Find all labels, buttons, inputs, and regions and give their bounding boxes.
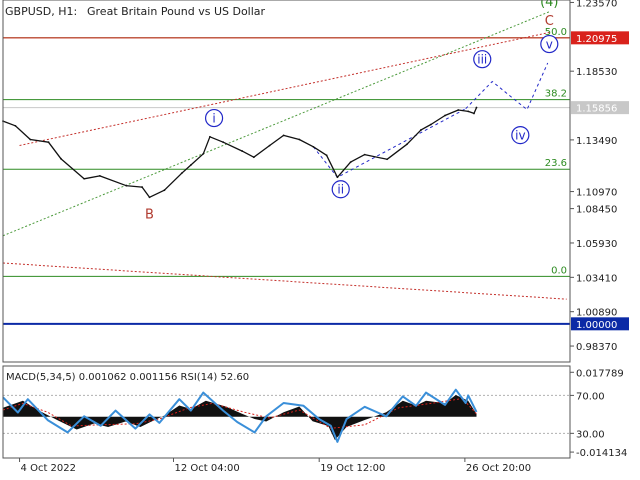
- price-point-32: [467, 110, 470, 113]
- wave-label-0: (4): [540, 0, 558, 10]
- macd-tick-label-1: -0.014134: [576, 448, 627, 459]
- price-point-24: [349, 161, 352, 164]
- price-point-3: [47, 141, 50, 144]
- indicator-title: MACD(5,34,5) 0.001062 0.001156 RSI(14) 5…: [6, 372, 249, 383]
- price-point-6: [98, 174, 101, 177]
- symbol-label: GBPUSD, H1:: [5, 5, 77, 18]
- price-point-4: [60, 157, 62, 160]
- price-point-2: [29, 138, 32, 141]
- price-point-13: [202, 152, 205, 155]
- price-point-20: [298, 138, 301, 141]
- price-point-27: [406, 143, 408, 146]
- fib-level-label-3: 0.0: [551, 265, 567, 276]
- fib-level-label-2: 23.6: [545, 158, 567, 169]
- gbpusd-chart: 50.038.223.60.0 (4)CviiiiviiiB 1.235701.…: [0, 0, 640, 480]
- price-tag-label-2: 1.00000: [576, 320, 617, 331]
- price-point-34: [475, 106, 478, 109]
- price-point-15: [222, 141, 225, 144]
- time-tick-label-1: 12 Oct 04:00: [175, 463, 240, 474]
- wave-label-1: C: [545, 14, 554, 29]
- price-tag-label-0: 1.20975: [576, 34, 617, 45]
- price-tick-label-2: 1.13490: [576, 136, 617, 147]
- price-point-1: [14, 124, 17, 127]
- price-tick-label-0: 1.23570: [576, 0, 617, 9]
- price-point-19: [282, 134, 285, 137]
- price-point-7: [125, 184, 128, 187]
- price-point-5: [83, 177, 86, 180]
- price-tick-label-1: 1.18530: [576, 67, 617, 78]
- wave-label-5: i: [212, 112, 215, 126]
- price-point-23: [336, 176, 339, 179]
- price-tick-label-7: 1.00890: [576, 308, 617, 319]
- price-point-31: [457, 109, 460, 111]
- rsi-tick-label-1: 30.00: [576, 429, 605, 440]
- price-point-10: [163, 189, 166, 192]
- price-tick-label-4: 1.08450: [576, 205, 617, 216]
- price-point-26: [386, 158, 388, 161]
- price-point-16: [241, 150, 244, 152]
- wave-label-4: iv: [515, 129, 525, 143]
- price-point-29: [430, 123, 432, 126]
- price-point-8: [141, 186, 143, 188]
- price-tick-label-8: 0.98370: [576, 342, 617, 353]
- price-point-9: [148, 196, 151, 199]
- price-point-21: [312, 145, 315, 148]
- time-tick-label-0: 4 Oct 2022: [21, 463, 76, 474]
- macd-tick-label-0: 0.017789: [576, 368, 624, 379]
- wave-label-3: iii: [477, 53, 487, 67]
- price-point-25: [363, 153, 366, 156]
- price-point-33: [473, 112, 475, 115]
- time-tick-label-3: 26 Oct 20:00: [466, 463, 531, 474]
- price-point-22: [325, 154, 328, 157]
- price-tick-label-3: 1.10970: [576, 188, 617, 199]
- wave-label-7: B: [145, 208, 154, 223]
- price-point-11: [180, 172, 183, 175]
- rsi-tick-label-0: 70.00: [576, 391, 605, 402]
- price-point-12: [189, 164, 192, 166]
- price-point-18: [268, 144, 271, 147]
- price-tag-label-1: 1.15856: [576, 104, 617, 115]
- price-point-17: [252, 156, 255, 159]
- price-tick-label-6: 1.03410: [576, 273, 617, 284]
- price-point-14: [209, 135, 211, 138]
- wave-label-2: v: [546, 38, 553, 52]
- wave-label-6: ii: [337, 183, 344, 197]
- instrument-name: Great Britain Pound vs US Dollar: [87, 5, 266, 18]
- fib-level-label-1: 38.2: [545, 89, 567, 100]
- price-tick-label-5: 1.05930: [576, 239, 617, 250]
- chart-background: [0, 0, 640, 480]
- price-point-28: [420, 129, 422, 131]
- price-point-30: [444, 114, 446, 117]
- time-tick-label-2: 19 Oct 12:00: [320, 463, 385, 474]
